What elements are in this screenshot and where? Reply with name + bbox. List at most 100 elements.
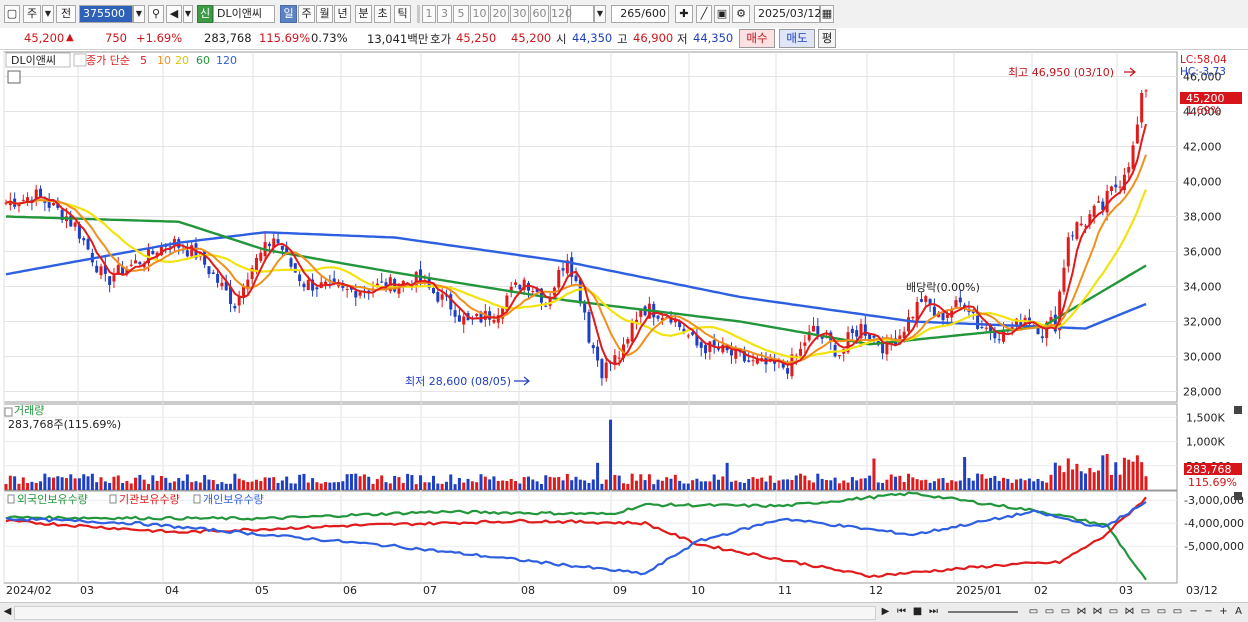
layout-icon[interactable]: ▢ [4,5,20,23]
speaker-icon[interactable]: ◀ [166,5,182,23]
volume-bar [82,474,86,490]
dividend-annotation: 배당락(0.00%) [906,281,980,294]
volume-bar [190,482,194,490]
scroll-right-icon[interactable]: ▶ [878,605,893,619]
stop-icon[interactable]: ■ [910,605,925,619]
save-icon[interactable]: ▣ [714,5,730,23]
export-icon[interactable]: ▭ [1170,605,1185,619]
tab-6[interactable]: 틱 [394,5,411,23]
volume-bar [1105,453,1109,490]
extra-field[interactable] [570,5,594,23]
volume-bar [1014,479,1018,490]
tab-1[interactable]: 주 [298,5,315,23]
sell-button[interactable]: 매도 [779,29,815,48]
tab-3[interactable]: 년 [334,5,351,23]
zoom-out-icon[interactable]: ▭ [1026,605,1041,619]
volume-bar [1066,458,1070,490]
volume-bar [742,482,746,490]
crosshair-icon[interactable]: ✚ [675,5,693,23]
x-tick-label: 11 [778,584,792,597]
stock-name[interactable]: DL이앤씨 [213,5,275,23]
volume-bar [116,475,120,490]
layer-icon[interactable]: ▭ [1106,605,1121,619]
code-dropdown-icon[interactable]: ▼ [133,5,145,23]
volume-bar [660,480,664,490]
legend-ma-10: 10 [157,54,171,67]
tab-4[interactable]: 분 [355,5,372,23]
minus-icon[interactable]: − [1186,605,1201,619]
avg-button[interactable]: 평 [818,29,836,48]
date-field[interactable]: 2025/03/12 [754,5,821,23]
buy-button[interactable]: 매수 [739,29,775,48]
volume-bar [773,482,777,490]
draw-icon[interactable]: ╱ [696,5,712,23]
code-input[interactable]: 375500 [79,5,133,23]
extra-dropdown-icon[interactable]: ▼ [594,5,606,23]
first-page-icon[interactable]: ⏮ [894,605,909,619]
volume-bar [505,480,509,490]
stock-chart[interactable]: 46,00044,00042,00040,00038,00036,00034,0… [0,50,1248,602]
tab-2[interactable]: 월 [316,5,333,23]
search-icon[interactable]: ⚲ [148,5,164,23]
minus-small-icon[interactable]: − [1201,605,1216,619]
zoom-slider[interactable] [948,611,1018,613]
minute-option-1[interactable]: 1 [422,5,436,23]
candle-body [216,273,220,283]
volume-bar [436,483,440,490]
volume-bar [682,483,686,490]
minute-option-20[interactable]: 20 [490,5,509,23]
volume-bar [734,480,738,490]
split-icon[interactable]: ⋈ [1122,605,1137,619]
candle-body [138,262,142,265]
gear-icon[interactable]: ⚙ [732,5,750,23]
volume-bar [1045,482,1049,490]
calendar-icon[interactable]: ▦ [820,5,834,23]
credit-badge: 신 [197,5,213,23]
prev-button[interactable]: 전 [56,5,76,23]
volume-bar [518,483,522,490]
volume-bar [26,482,30,490]
minute-option-120[interactable]: 120 [550,5,572,23]
price-tick-label: 30,000 [1183,351,1222,364]
fit-icon[interactable]: ▭ [1058,605,1073,619]
indicator-icon[interactable]: ⋈ [1074,605,1089,619]
speaker-dropdown-icon[interactable]: ▼ [183,5,193,23]
volume-bar [596,462,600,490]
volume-bar [794,475,798,490]
period-select[interactable]: 주 [23,5,41,23]
minute-option-5[interactable]: 5 [453,5,469,23]
volume-bar [354,473,358,490]
last-page-icon[interactable]: ⏭ [926,605,941,619]
minute-option-10[interactable]: 10 [470,5,489,23]
paste-icon[interactable]: ▭ [1154,605,1169,619]
volume-bar [963,457,967,490]
holder-toggle-icon [193,494,201,504]
volume-bar [492,476,496,490]
minute-option-60[interactable]: 60 [530,5,549,23]
minute-option-3[interactable]: 3 [437,5,452,23]
tab-5[interactable]: 초 [374,5,391,23]
volume-bar [457,477,461,490]
font-icon[interactable]: A [1231,605,1246,619]
candle-body [704,344,708,354]
tab-0[interactable]: 일 [280,5,297,23]
compare-icon[interactable]: ⋈ [1090,605,1105,619]
plus-icon[interactable]: + [1216,605,1231,619]
volume-bar [298,474,302,490]
chevron-down-icon[interactable]: ▼ [42,5,54,23]
zoom-in-icon[interactable]: ▭ [1042,605,1057,619]
volume-bar [432,475,435,490]
volume-bar [371,483,375,490]
candle-body [578,279,582,304]
volume-bar [1058,465,1062,490]
volume-bar [881,482,885,490]
scroll-left-icon[interactable]: ◀ [0,605,15,619]
minute-option-30[interactable]: 30 [510,5,529,23]
candle-body [259,252,263,261]
copy-icon[interactable]: ▭ [1138,605,1153,619]
price-change-pct: +1.69% [136,31,183,45]
volume-bar [1131,461,1135,490]
count-field[interactable]: 265/600 [611,5,669,23]
volume-tick-label: 1,500K [1186,411,1225,424]
horizontal-scrollbar[interactable] [14,606,876,620]
